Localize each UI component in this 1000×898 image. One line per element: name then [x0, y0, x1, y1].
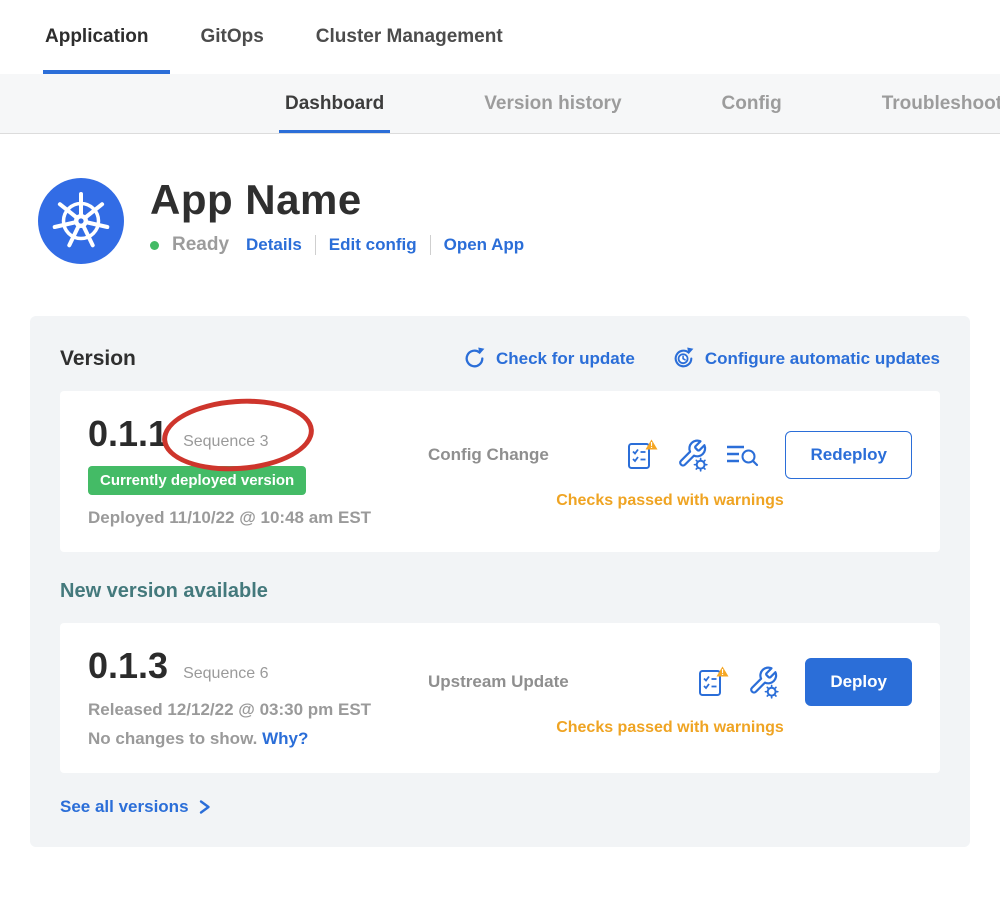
current-version-sequence: Sequence 3 — [183, 433, 268, 451]
redeploy-button[interactable]: Redeploy — [785, 431, 912, 479]
divider — [430, 235, 431, 255]
current-version-checks-status: Checks passed with warnings — [428, 492, 912, 510]
status-badge: Ready — [172, 234, 229, 256]
check-for-update-label: Check for update — [496, 349, 635, 369]
new-version-number: 0.1.3 — [88, 645, 168, 687]
app-header: App Name Ready Details Edit config Open … — [0, 134, 1000, 264]
view-diff-icon[interactable] — [725, 440, 759, 470]
svg-text:!: ! — [721, 667, 724, 677]
sub-nav: Dashboard Version history Config Trouble… — [0, 74, 1000, 134]
new-version-info: 0.1.3 Sequence 6 Released 12/12/22 @ 03:… — [88, 645, 428, 749]
current-version-number: 0.1.1 — [88, 413, 168, 455]
current-version-card: 0.1.1 Sequence 3 Currently deployed vers… — [60, 391, 940, 552]
config-wrench-icon[interactable] — [676, 438, 708, 472]
see-all-versions-label: See all versions — [60, 797, 189, 817]
current-version-actions: Config Change ! — [428, 413, 912, 528]
check-for-update-button[interactable]: Check for update — [462, 346, 635, 371]
edit-config-link[interactable]: Edit config — [329, 235, 417, 255]
status-dot-icon — [150, 241, 159, 250]
version-panel-actions: Check for update Configure automatic upd… — [462, 346, 940, 371]
refresh-icon — [462, 346, 487, 371]
current-version-info: 0.1.1 Sequence 3 Currently deployed vers… — [88, 413, 428, 528]
new-version-check-icons: ! — [696, 665, 779, 699]
config-wrench-icon[interactable] — [747, 665, 779, 699]
preflight-checks-icon[interactable]: ! — [625, 438, 659, 472]
details-link[interactable]: Details — [246, 235, 302, 255]
configure-auto-updates-button[interactable]: Configure automatic updates — [671, 346, 940, 371]
sub-tab-config[interactable]: Config — [722, 74, 782, 133]
chevron-right-icon — [198, 799, 211, 815]
configure-auto-updates-label: Configure automatic updates — [705, 349, 940, 369]
sub-tab-troubleshoot[interactable]: Troubleshoot — [882, 74, 1000, 133]
version-panel: Version Check for update Configure autom… — [30, 316, 970, 847]
current-version-check-icons: ! — [625, 438, 759, 472]
current-version-source: Config Change — [428, 445, 549, 465]
top-tab-cluster-management[interactable]: Cluster Management — [316, 0, 503, 74]
app-meta-row: Ready Details Edit config Open App — [150, 234, 524, 256]
sub-tab-dashboard[interactable]: Dashboard — [285, 74, 384, 133]
auto-update-clock-icon — [671, 346, 696, 371]
new-version-heading: New version available — [60, 580, 940, 603]
new-version-checks-status: Checks passed with warnings — [428, 719, 912, 737]
released-timestamp: Released 12/12/22 @ 03:30 pm EST — [88, 700, 428, 720]
app-header-text: App Name Ready Details Edit config Open … — [150, 178, 524, 256]
new-version-sequence: Sequence 6 — [183, 665, 268, 683]
no-changes-row: No changes to show. Why? — [88, 729, 428, 749]
no-changes-text: No changes to show. — [88, 729, 257, 748]
kubernetes-logo-icon — [38, 178, 124, 264]
top-nav: Application GitOps Cluster Management — [0, 0, 1000, 74]
sub-tab-version-history[interactable]: Version history — [484, 74, 621, 133]
new-version-actions: Upstream Update ! — [428, 645, 912, 749]
top-tab-application[interactable]: Application — [45, 0, 148, 74]
deployed-timestamp: Deployed 11/10/22 @ 10:48 am EST — [88, 508, 428, 528]
open-app-link[interactable]: Open App — [444, 235, 525, 255]
version-panel-title: Version — [60, 347, 136, 371]
page-title: App Name — [150, 178, 524, 222]
top-tab-gitops[interactable]: GitOps — [200, 0, 263, 74]
deploy-button[interactable]: Deploy — [805, 658, 912, 706]
version-panel-header: Version Check for update Configure autom… — [60, 346, 940, 371]
see-all-versions-link[interactable]: See all versions — [60, 797, 940, 817]
new-version-card: 0.1.3 Sequence 6 Released 12/12/22 @ 03:… — [60, 623, 940, 773]
new-version-source: Upstream Update — [428, 672, 569, 692]
divider — [315, 235, 316, 255]
svg-text:!: ! — [651, 440, 654, 450]
preflight-checks-icon[interactable]: ! — [696, 665, 730, 699]
why-link[interactable]: Why? — [262, 729, 308, 748]
currently-deployed-badge: Currently deployed version — [88, 466, 306, 495]
